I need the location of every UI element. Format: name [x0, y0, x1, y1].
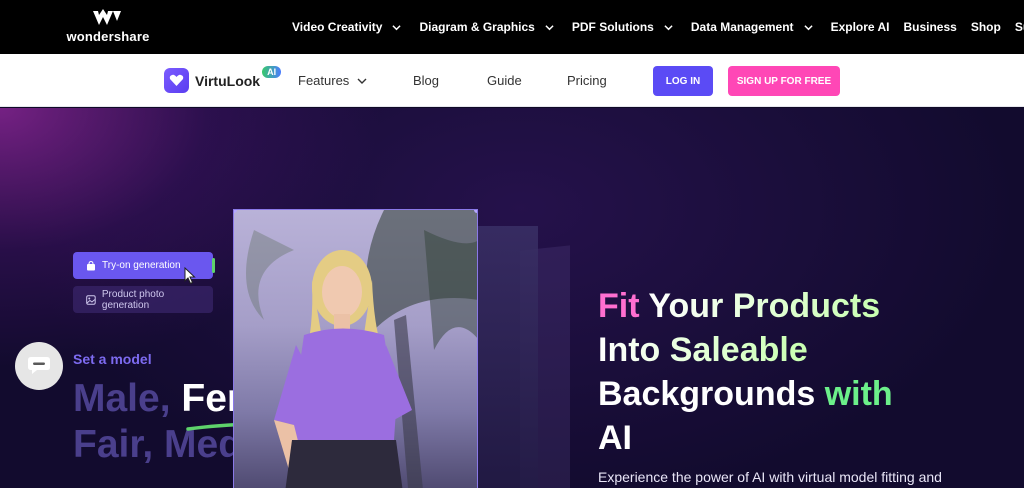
signup-button[interactable]: SIGN UP FOR FREE — [728, 66, 840, 96]
hero-description: Experience the power of AI with virtual … — [598, 469, 942, 485]
chat-widget-button[interactable] — [15, 342, 63, 390]
wondershare-wordmark: wondershare — [66, 29, 150, 44]
headline-with: with — [824, 375, 893, 413]
virtulook-logo-icon — [164, 68, 189, 93]
pointer-cursor-icon — [184, 267, 196, 285]
shopping-bag-icon — [87, 260, 95, 270]
virtulook-logo[interactable]: VirtuLook AI — [164, 65, 282, 93]
topnav-support[interactable]: Support — [1015, 20, 1024, 34]
topnav-label: Video Creativity — [292, 20, 383, 34]
topnav-label: Data Management — [690, 20, 794, 34]
chat-icon — [28, 357, 50, 374]
nav-pricing[interactable]: Pricing — [567, 73, 627, 88]
headline-fit: Fit — [598, 287, 649, 325]
topnav-label: PDF Solutions — [571, 20, 654, 34]
card-stack-back — [478, 226, 538, 488]
model-photo — [233, 209, 478, 488]
wondershare-logo[interactable]: wondershare — [66, 9, 150, 47]
topnav-diagram-graphics[interactable]: Diagram & Graphics — [419, 20, 554, 34]
chevron-down-icon — [392, 24, 402, 30]
headline-your-products: Your Products — [648, 287, 881, 325]
topnav-shop[interactable]: Shop — [971, 20, 1001, 34]
topnav-label: Support — [1014, 20, 1024, 34]
product-name: VirtuLook — [195, 72, 261, 89]
nav-blog[interactable]: Blog — [413, 73, 487, 88]
headline-ai: AI — [598, 419, 632, 457]
tab-product-photo-generation[interactable]: Product photo generation — [73, 286, 213, 313]
topnav-video-creativity[interactable]: Video Creativity — [292, 20, 402, 34]
nav-pricing-label: Pricing — [567, 73, 607, 88]
topnav-business[interactable]: Business — [903, 20, 956, 34]
hero-headline: Fit Your Products Into Saleable Backgrou… — [598, 284, 893, 460]
headline-line2: Into Saleable — [598, 331, 808, 369]
product-nav-bar: VirtuLook AI Features Blog Guide Pricing… — [0, 54, 1024, 107]
product-nav: Features Blog Guide Pricing — [298, 54, 627, 107]
chevron-down-icon — [803, 24, 813, 30]
topnav-pdf-solutions[interactable]: PDF Solutions — [572, 20, 673, 34]
set-model-label: Set a model — [73, 351, 152, 367]
topnav-label: Shop — [970, 20, 1001, 34]
nav-features[interactable]: Features — [298, 73, 386, 88]
tab-label: Try-on generation — [102, 260, 181, 271]
topnav-explore-ai[interactable]: Explore AI — [831, 20, 890, 34]
topnav-label: Diagram & Graphics — [419, 20, 535, 34]
tab-label: Product photo generation — [101, 288, 165, 311]
headline-backgrounds: Backgrounds — [598, 375, 825, 413]
resize-handle-top-right[interactable] — [474, 210, 477, 213]
attr-male: Male, — [73, 377, 182, 420]
topnav-data-management[interactable]: Data Management — [691, 20, 813, 34]
hero-section: Try-on generation Product photo generati… — [0, 108, 1024, 488]
nav-blog-label: Blog — [413, 73, 440, 88]
topnav-label: Business — [903, 20, 957, 34]
wondershare-header: wondershare Video Creativity Diagram & G… — [0, 0, 1024, 54]
wondershare-logo-icon — [93, 9, 121, 25]
chevron-down-icon — [545, 24, 554, 30]
chevron-down-icon — [664, 24, 673, 30]
model-photo-illustration — [246, 210, 477, 488]
top-nav: Video Creativity Diagram & Graphics PDF … — [292, 0, 1024, 54]
nav-features-label: Features — [298, 73, 350, 88]
login-button[interactable]: LOG IN — [653, 66, 713, 96]
ai-badge: AI — [262, 65, 282, 78]
image-icon — [86, 294, 96, 305]
nav-guide[interactable]: Guide — [487, 73, 567, 88]
nav-guide-label: Guide — [487, 73, 522, 88]
chevron-down-icon — [357, 78, 367, 84]
topnav-label: Explore AI — [830, 20, 890, 34]
